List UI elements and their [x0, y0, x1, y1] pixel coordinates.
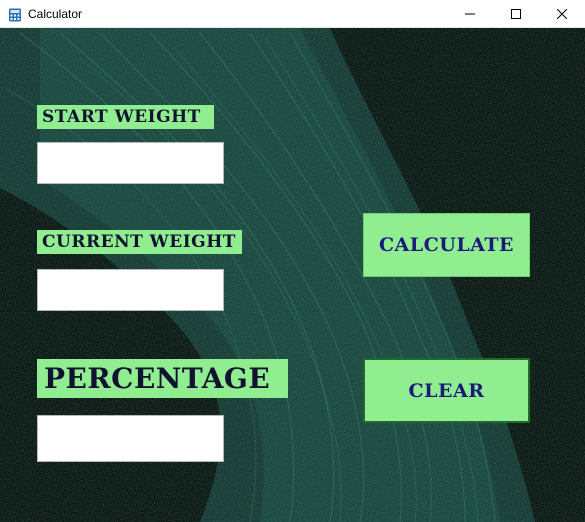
- current-weight-label: CURRENT WEIGHT: [37, 230, 242, 254]
- calculate-button[interactable]: CALCULATE: [363, 213, 530, 277]
- window-controls: [447, 0, 585, 27]
- close-icon: [557, 8, 567, 19]
- close-button[interactable]: [539, 0, 585, 27]
- percentage-output: [37, 415, 224, 462]
- minimize-icon: [465, 13, 475, 14]
- maximize-icon: [511, 8, 521, 19]
- start-weight-label: START WEIGHT: [37, 105, 214, 129]
- clear-button[interactable]: CLEAR: [363, 358, 530, 423]
- calculator-window: Calculator START WEIGHT CURRENT WEIGHT P…: [0, 0, 585, 522]
- title-bar: Calculator: [0, 0, 585, 28]
- start-weight-input[interactable]: [37, 142, 224, 184]
- calculator-content: START WEIGHT CURRENT WEIGHT PERCENTAGE C…: [0, 28, 585, 522]
- minimize-button[interactable]: [447, 0, 493, 27]
- window-title: Calculator: [28, 6, 83, 21]
- percentage-label: PERCENTAGE: [37, 359, 288, 398]
- current-weight-input[interactable]: [37, 269, 224, 311]
- maximize-button[interactable]: [493, 0, 539, 27]
- calculator-icon: [8, 7, 22, 21]
